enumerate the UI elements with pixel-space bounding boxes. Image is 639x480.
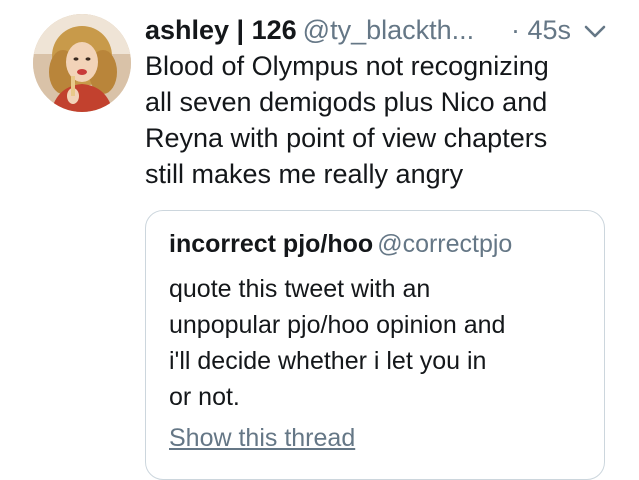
display-name[interactable]: ashley | 126 [145,15,297,45]
chevron-down-icon[interactable] [583,24,607,40]
tweet-text-line: Blood of Olympus not recognizing [145,51,549,81]
tweet-text-line: Reyna with point of view chapters [145,123,548,153]
tweet[interactable]: ashley | 126 @ty_blackth... · 45s Blood o… [0,0,639,480]
avatar[interactable] [33,14,131,112]
tweet-text-line: still makes me really angry [145,159,464,189]
user-handle[interactable]: @ty_blackth... [303,15,474,45]
quoted-text-line: unpopular pjo/hoo opinion and [169,311,506,339]
quoted-text-line: or not. [169,383,240,411]
quoted-display-name: incorrect pjo/hoo [169,230,374,258]
quoted-tweet-text: quote this tweet with an unpopular pjo/h… [169,271,589,415]
quoted-tweet-header: incorrect pjo/hoo @correctpjo [169,227,512,261]
show-thread-link[interactable]: Show this thread [169,421,355,455]
quoted-user-handle: @correctpjo [377,230,513,258]
timestamp[interactable]: · 45s [511,13,571,47]
quoted-text-line: quote this tweet with an [169,275,431,303]
avatar-photo [33,14,131,112]
quoted-text-line: i'll decide whether i let you in [169,347,487,375]
tweet-header: ashley | 126 @ty_blackth... · 45s [145,13,625,47]
tweet-text-line: all seven demigods plus Nico and [145,87,548,117]
tweet-text: Blood of Olympus not recognizing all sev… [145,48,615,192]
quoted-tweet-card[interactable]: incorrect pjo/hoo @correctpjo quote this … [145,210,605,480]
